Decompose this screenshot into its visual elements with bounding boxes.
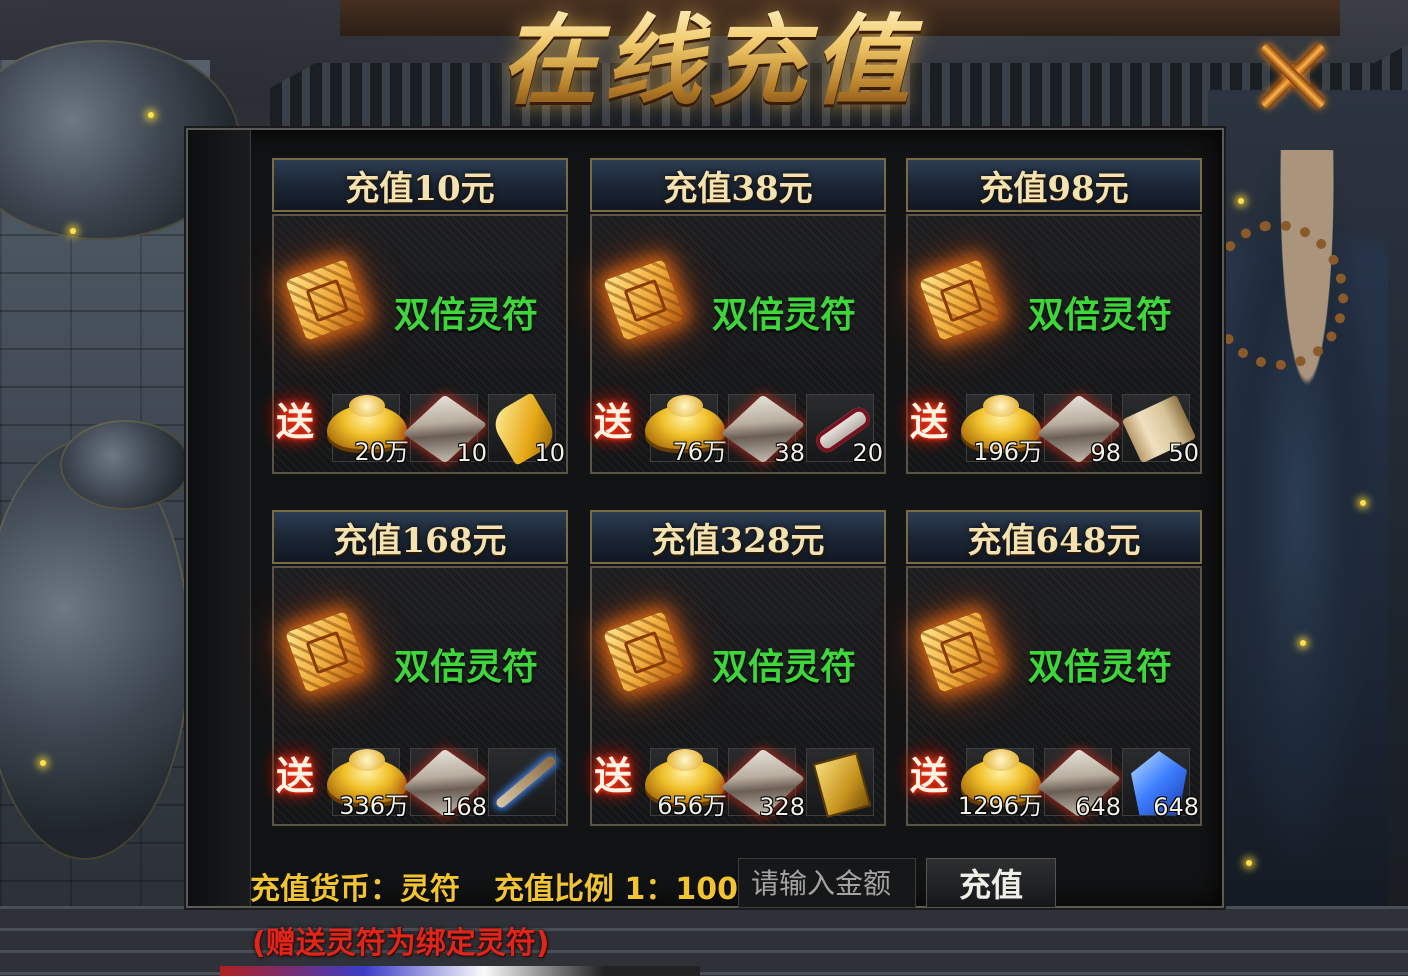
sparkle: [1360, 500, 1366, 506]
recharge-card-98[interactable]: 充值98元 双倍灵符 送 196万 98 50: [894, 158, 1202, 474]
card-title: 充值10元: [272, 158, 568, 212]
extra-slot[interactable]: [488, 748, 558, 816]
gold-ingot-slot[interactable]: 196万: [961, 394, 1043, 466]
talisman-icon: [602, 610, 686, 694]
extra-count: 648: [1153, 793, 1199, 821]
double-talisman-label: 双倍灵符: [1028, 647, 1173, 688]
blade-slot[interactable]: 98: [1036, 394, 1122, 467]
card-title: 充值328元: [590, 510, 886, 564]
gift-icon: 送: [578, 732, 648, 812]
gift-icon: 送: [260, 732, 330, 812]
sparkle: [40, 760, 46, 766]
extra-count: 20: [852, 439, 883, 467]
gold-ingot-slot[interactable]: 336万: [327, 748, 409, 820]
reward-items: 送 336万 168: [260, 732, 568, 821]
recharge-card-168[interactable]: 充值168元 双倍灵符 送 336万 168: [260, 510, 568, 826]
golden-book-icon: [812, 752, 872, 818]
extra-slot[interactable]: 10: [488, 392, 565, 467]
blade-slot[interactable]: 38: [720, 394, 806, 467]
extra-slot[interactable]: 648: [1122, 748, 1199, 821]
reward-items: 送 196万 98 50: [894, 378, 1202, 467]
blade-slot[interactable]: 10: [402, 394, 488, 467]
amount-input[interactable]: [738, 858, 916, 908]
talisman-icon: [918, 610, 1002, 694]
double-talisman-label: 双倍灵符: [712, 647, 857, 688]
pine-branch: [60, 420, 190, 510]
gift-icon: 送: [260, 378, 330, 458]
blade-slot[interactable]: 648: [1036, 748, 1122, 821]
card-title: 充值38元: [590, 158, 886, 212]
blade-count: 328: [759, 793, 805, 821]
sparkle: [1238, 198, 1244, 204]
talisman-icon: [918, 258, 1002, 342]
gold-amount: 336万: [339, 792, 409, 820]
sparkle: [1246, 860, 1252, 866]
gold-ingot-slot[interactable]: 656万: [645, 748, 727, 820]
panel-side-strip: [188, 130, 251, 906]
blade-count: 168: [441, 793, 487, 821]
gold-ingot-slot[interactable]: 20万: [327, 394, 409, 466]
bottom-hud-strip: [220, 966, 700, 976]
reward-items: 送 1296万 648 648: [894, 732, 1202, 821]
double-talisman-label: 双倍灵符: [394, 295, 539, 336]
reward-items: 送 76万 38 20: [578, 378, 886, 467]
recharge-card-648[interactable]: 充值648元 双倍灵符 送 1296万 648 648: [894, 510, 1202, 826]
double-talisman-label: 双倍灵符: [712, 295, 857, 336]
page-title: 在线充值: [500, 2, 950, 122]
brush-icon: [494, 754, 558, 810]
sparkle: [70, 228, 76, 234]
recharge-card-38[interactable]: 充值38元 双倍灵符 送 76万 38 20: [578, 158, 886, 474]
gold-amount: 196万: [973, 438, 1043, 466]
gold-amount: 656万: [657, 792, 727, 820]
recharge-input-bar: 充值货币：灵符 充值比例 1：100 充值: [250, 858, 1220, 910]
bound-talisman-note: (赠送灵符为绑定灵符): [252, 926, 550, 961]
gold-amount: 1296万: [957, 792, 1043, 820]
extra-slot[interactable]: [806, 748, 874, 818]
card-title: 充值168元: [272, 510, 568, 564]
close-icon[interactable]: [1255, 38, 1331, 114]
currency-label: 充值货币：灵符: [250, 872, 460, 907]
gold-ingot-slot[interactable]: 1296万: [958, 748, 1043, 820]
card-title: 充值648元: [906, 510, 1202, 564]
stone-steps: [0, 906, 1408, 976]
recharge-card-10[interactable]: 充值10元 双倍灵符 送 20万 10 10: [260, 158, 568, 474]
blade-slot[interactable]: 328: [720, 748, 806, 821]
gold-ingot-slot[interactable]: 76万: [645, 394, 727, 466]
blade-count: 648: [1075, 793, 1121, 821]
sparkle: [148, 112, 154, 118]
extra-count: 10: [534, 439, 565, 467]
card-title: 充值98元: [906, 158, 1202, 212]
reward-items: 送 656万 328: [578, 732, 886, 821]
talisman-icon: [284, 258, 368, 342]
double-talisman-label: 双倍灵符: [1028, 295, 1173, 336]
blade-count: 10: [456, 439, 487, 467]
reward-items: 送 20万 10 10: [260, 378, 568, 467]
talisman-icon: [602, 258, 686, 342]
gold-amount: 20万: [354, 438, 409, 466]
ratio-label: 充值比例 1：100: [494, 872, 738, 907]
recharge-button[interactable]: 充值: [926, 858, 1056, 908]
recharge-card-328[interactable]: 充值328元 双倍灵符 送 656万 328: [578, 510, 886, 826]
blade-count: 38: [774, 439, 805, 467]
blade-slot[interactable]: 168: [402, 748, 488, 821]
sparkle: [1300, 640, 1306, 646]
gift-icon: 送: [578, 378, 648, 458]
talisman-icon: [284, 610, 368, 694]
double-talisman-label: 双倍灵符: [394, 647, 539, 688]
gift-icon: 送: [894, 378, 964, 458]
extra-slot[interactable]: 50: [1121, 394, 1199, 467]
extra-count: 50: [1168, 439, 1199, 467]
extra-slot[interactable]: 20: [806, 394, 883, 467]
gold-amount: 76万: [672, 438, 727, 466]
blade-count: 98: [1090, 439, 1121, 467]
gift-icon: 送: [894, 732, 964, 812]
